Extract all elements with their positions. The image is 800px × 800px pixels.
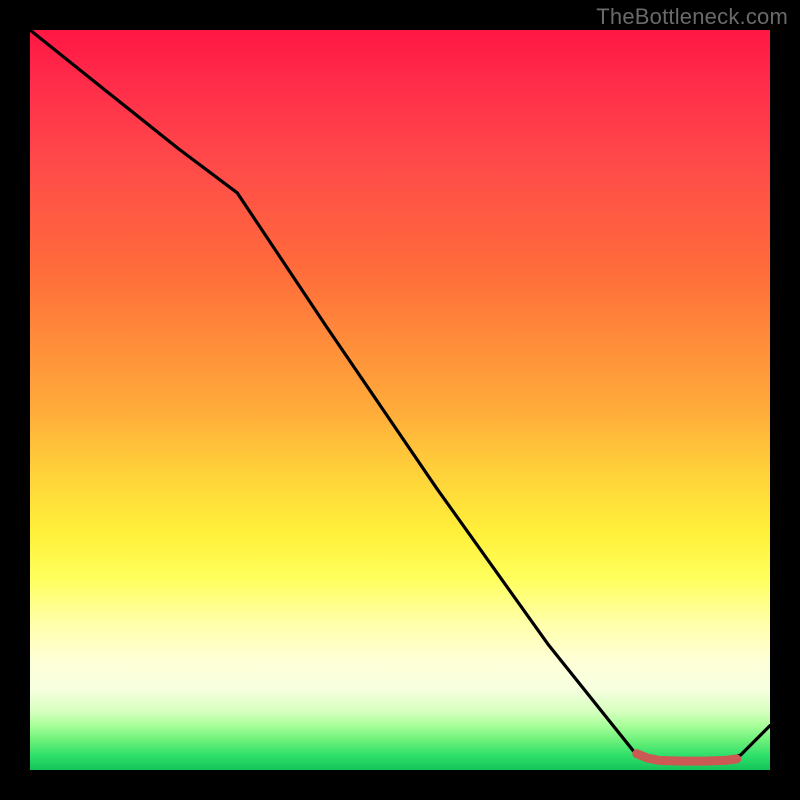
highlight-segment-line (637, 754, 737, 761)
chart-lines-layer (30, 30, 770, 770)
primary-curve-line (30, 30, 770, 763)
chart-frame: TheBottleneck.com (0, 0, 800, 800)
watermark-text: TheBottleneck.com (596, 4, 788, 30)
